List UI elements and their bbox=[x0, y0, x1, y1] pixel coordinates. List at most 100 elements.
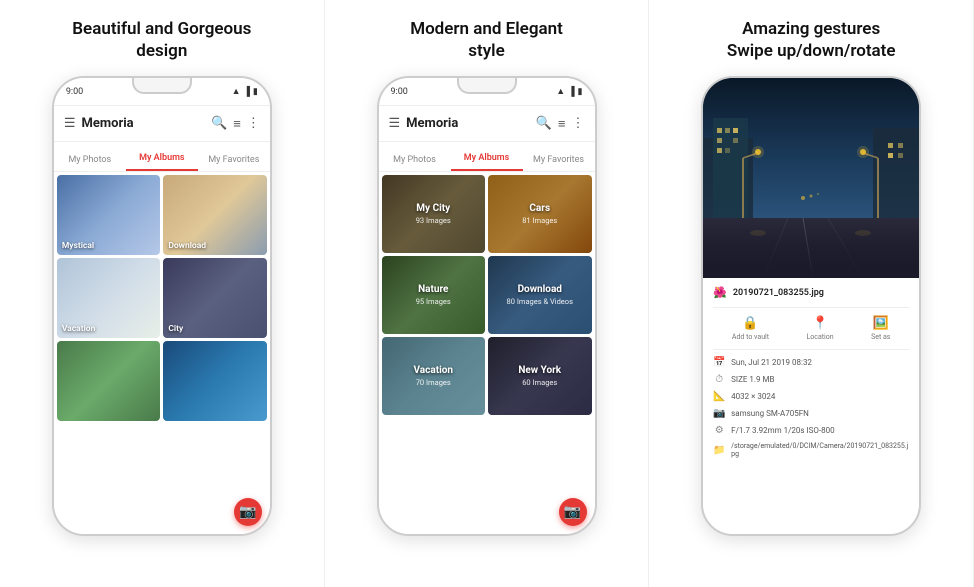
album-dl[interactable]: Download 80 Images & Videos bbox=[488, 256, 592, 334]
phone-1-content: Mystical Download Vacation City 📷 bbox=[54, 172, 270, 534]
status-icons-2: ▲ ▐ ▮ bbox=[556, 86, 582, 97]
setas-icon: 🖼️ bbox=[873, 316, 889, 331]
album-ocean[interactable] bbox=[163, 341, 267, 421]
album-nature[interactable]: Nature 95 Images bbox=[382, 256, 486, 334]
location-icon: 📍 bbox=[812, 316, 828, 331]
album-city[interactable]: City bbox=[163, 258, 267, 338]
vault-label: Add to vault bbox=[732, 333, 769, 341]
album-overlay-cars: Cars 81 Images bbox=[488, 175, 592, 253]
meta-dimensions: 📐 4032 × 3024 bbox=[713, 388, 909, 405]
dimensions-icon: 📐 bbox=[713, 391, 725, 402]
settings-icon: ⚙ bbox=[713, 425, 725, 436]
location-button[interactable]: 📍 Location bbox=[807, 316, 834, 341]
battery-icon: ▮ bbox=[253, 87, 258, 97]
time-2: 9:00 bbox=[391, 87, 408, 97]
photo-icon: 🌺 bbox=[713, 286, 727, 299]
tab-myfavorites-2[interactable]: My Favorites bbox=[523, 155, 595, 171]
more-icon-2[interactable]: ⋮ bbox=[572, 116, 585, 131]
street-svg bbox=[703, 78, 919, 278]
meta-settings-text: F/1.7 3.92mm 1/20s ISO-800 bbox=[731, 426, 834, 435]
album-download[interactable]: Download bbox=[163, 175, 267, 255]
album-name-vac: Vacation bbox=[413, 365, 453, 376]
folder-icon: 📁 bbox=[713, 445, 725, 456]
time-1: 9:00 bbox=[66, 87, 83, 97]
album-overlay-newyork: New York 60 Images bbox=[488, 337, 592, 415]
album-name-mycity: My City bbox=[416, 203, 450, 214]
filename-text: 20190721_083255.jpg bbox=[733, 288, 824, 298]
filter-icon-1[interactable]: ≡ bbox=[233, 116, 241, 132]
add-to-vault-button[interactable]: 🔒 Add to vault bbox=[732, 316, 769, 341]
album-vac[interactable]: Vacation 70 Images bbox=[382, 337, 486, 415]
tab-myalbums-2[interactable]: My Albums bbox=[451, 153, 523, 171]
tab-myalbums-1[interactable]: My Albums bbox=[126, 153, 198, 171]
tab-myfavorites-1[interactable]: My Favorites bbox=[198, 155, 270, 171]
section-gestures: Amazing gesturesSwipe up/down/rotate bbox=[649, 0, 974, 587]
tabs-2: My Photos My Albums My Favorites bbox=[379, 142, 595, 172]
album-overlay-mycity: My City 93 Images bbox=[382, 175, 486, 253]
status-bar-2: 9:00 ▲ ▐ ▮ bbox=[379, 78, 595, 106]
album-name-cars: Cars bbox=[529, 203, 550, 214]
more-icon-1[interactable]: ⋮ bbox=[247, 116, 260, 131]
meta-settings: ⚙ F/1.7 3.92mm 1/20s ISO-800 bbox=[713, 422, 909, 439]
meta-dimensions-text: 4032 × 3024 bbox=[731, 392, 775, 401]
album-cars[interactable]: Cars 81 Images bbox=[488, 175, 592, 253]
album-label-download: Download bbox=[168, 241, 206, 251]
fab-camera-2[interactable]: 📷 bbox=[559, 498, 587, 526]
menu-icon-2[interactable]: ☰ bbox=[389, 116, 401, 131]
filename-row: 🌺 20190721_083255.jpg bbox=[713, 286, 909, 308]
notch-1 bbox=[132, 78, 192, 94]
notch-2 bbox=[457, 78, 517, 94]
section-design: Beautiful and Gorgeousdesign 9:00 ▲ ▐ ▮ … bbox=[0, 0, 325, 587]
location-label: Location bbox=[807, 333, 834, 341]
album-name-dl: Download bbox=[518, 284, 562, 295]
album-count-nature: 95 Images bbox=[416, 297, 451, 306]
app-title-1: Memoria bbox=[81, 116, 205, 131]
setas-label: Set as bbox=[871, 333, 890, 341]
phone-3: 🌺 20190721_083255.jpg 🔒 Add to vault 📍 L… bbox=[701, 76, 921, 536]
search-icon-1[interactable]: 🔍 bbox=[211, 116, 227, 131]
action-row: 🔒 Add to vault 📍 Location 🖼️ Set as bbox=[713, 308, 909, 350]
meta-size: ⏱ SIZE 1.9 MB bbox=[713, 371, 909, 388]
search-icon-2[interactable]: 🔍 bbox=[536, 116, 552, 131]
signal-icon-2: ▐ bbox=[568, 86, 574, 97]
section-style: Modern and Elegantstyle 9:00 ▲ ▐ ▮ ☰ Mem… bbox=[325, 0, 650, 587]
album-newyork[interactable]: New York 60 Images bbox=[488, 337, 592, 415]
album-label-city: City bbox=[168, 324, 183, 334]
status-bar-1: 9:00 ▲ ▐ ▮ bbox=[54, 78, 270, 106]
phone-2-content: My City 93 Images Cars 81 Images Nature … bbox=[379, 172, 595, 534]
album-plants[interactable] bbox=[57, 341, 161, 421]
camera-icon: 📷 bbox=[713, 408, 725, 419]
wifi-icon: ▲ bbox=[232, 86, 241, 97]
tab-myphotos-1[interactable]: My Photos bbox=[54, 155, 126, 171]
meta-device: 📷 samsung SM-A705FN bbox=[713, 405, 909, 422]
tab-myphotos-2[interactable]: My Photos bbox=[379, 155, 451, 171]
section-3-title: Amazing gesturesSwipe up/down/rotate bbox=[727, 18, 896, 62]
meta-path-text: /storage/emulated/0/DCIM/Camera/20190721… bbox=[731, 442, 909, 458]
fab-camera-1[interactable]: 📷 bbox=[234, 498, 262, 526]
menu-icon-1[interactable]: ☰ bbox=[64, 116, 76, 131]
set-as-button[interactable]: 🖼️ Set as bbox=[871, 316, 890, 341]
tabs-1: My Photos My Albums My Favorites bbox=[54, 142, 270, 172]
album-count-vac: 70 Images bbox=[416, 378, 451, 387]
wifi-icon-2: ▲ bbox=[556, 86, 565, 97]
meta-size-text: SIZE 1.9 MB bbox=[731, 375, 774, 384]
app-toolbar-1: ☰ Memoria 🔍 ≡ ⋮ bbox=[54, 106, 270, 142]
meta-date: 📅 Sun, Jul 21 2019 08:32 bbox=[713, 354, 909, 371]
album-name-newyork: New York bbox=[518, 365, 561, 376]
album-vacation[interactable]: Vacation bbox=[57, 258, 161, 338]
filter-icon-2[interactable]: ≡ bbox=[558, 116, 566, 132]
signal-icon: ▐ bbox=[243, 86, 249, 97]
album-grid-1: Mystical Download Vacation City bbox=[54, 172, 270, 424]
album-count-newyork: 60 Images bbox=[522, 378, 557, 387]
photo-detail-image[interactable] bbox=[703, 78, 919, 278]
meta-path: 📁 /storage/emulated/0/DCIM/Camera/201907… bbox=[713, 439, 909, 461]
app-title-2: Memoria bbox=[406, 116, 530, 131]
album-mycity[interactable]: My City 93 Images bbox=[382, 175, 486, 253]
album-mystical[interactable]: Mystical bbox=[57, 175, 161, 255]
album-count-dl: 80 Images & Videos bbox=[507, 297, 573, 306]
album-overlay-vac: Vacation 70 Images bbox=[382, 337, 486, 415]
meta-list: 📅 Sun, Jul 21 2019 08:32 ⏱ SIZE 1.9 MB 📐… bbox=[713, 350, 909, 461]
album-name-nature: Nature bbox=[418, 284, 448, 295]
photo-info-panel: 🌺 20190721_083255.jpg 🔒 Add to vault 📍 L… bbox=[703, 278, 919, 534]
album-label-mystical: Mystical bbox=[62, 241, 94, 251]
